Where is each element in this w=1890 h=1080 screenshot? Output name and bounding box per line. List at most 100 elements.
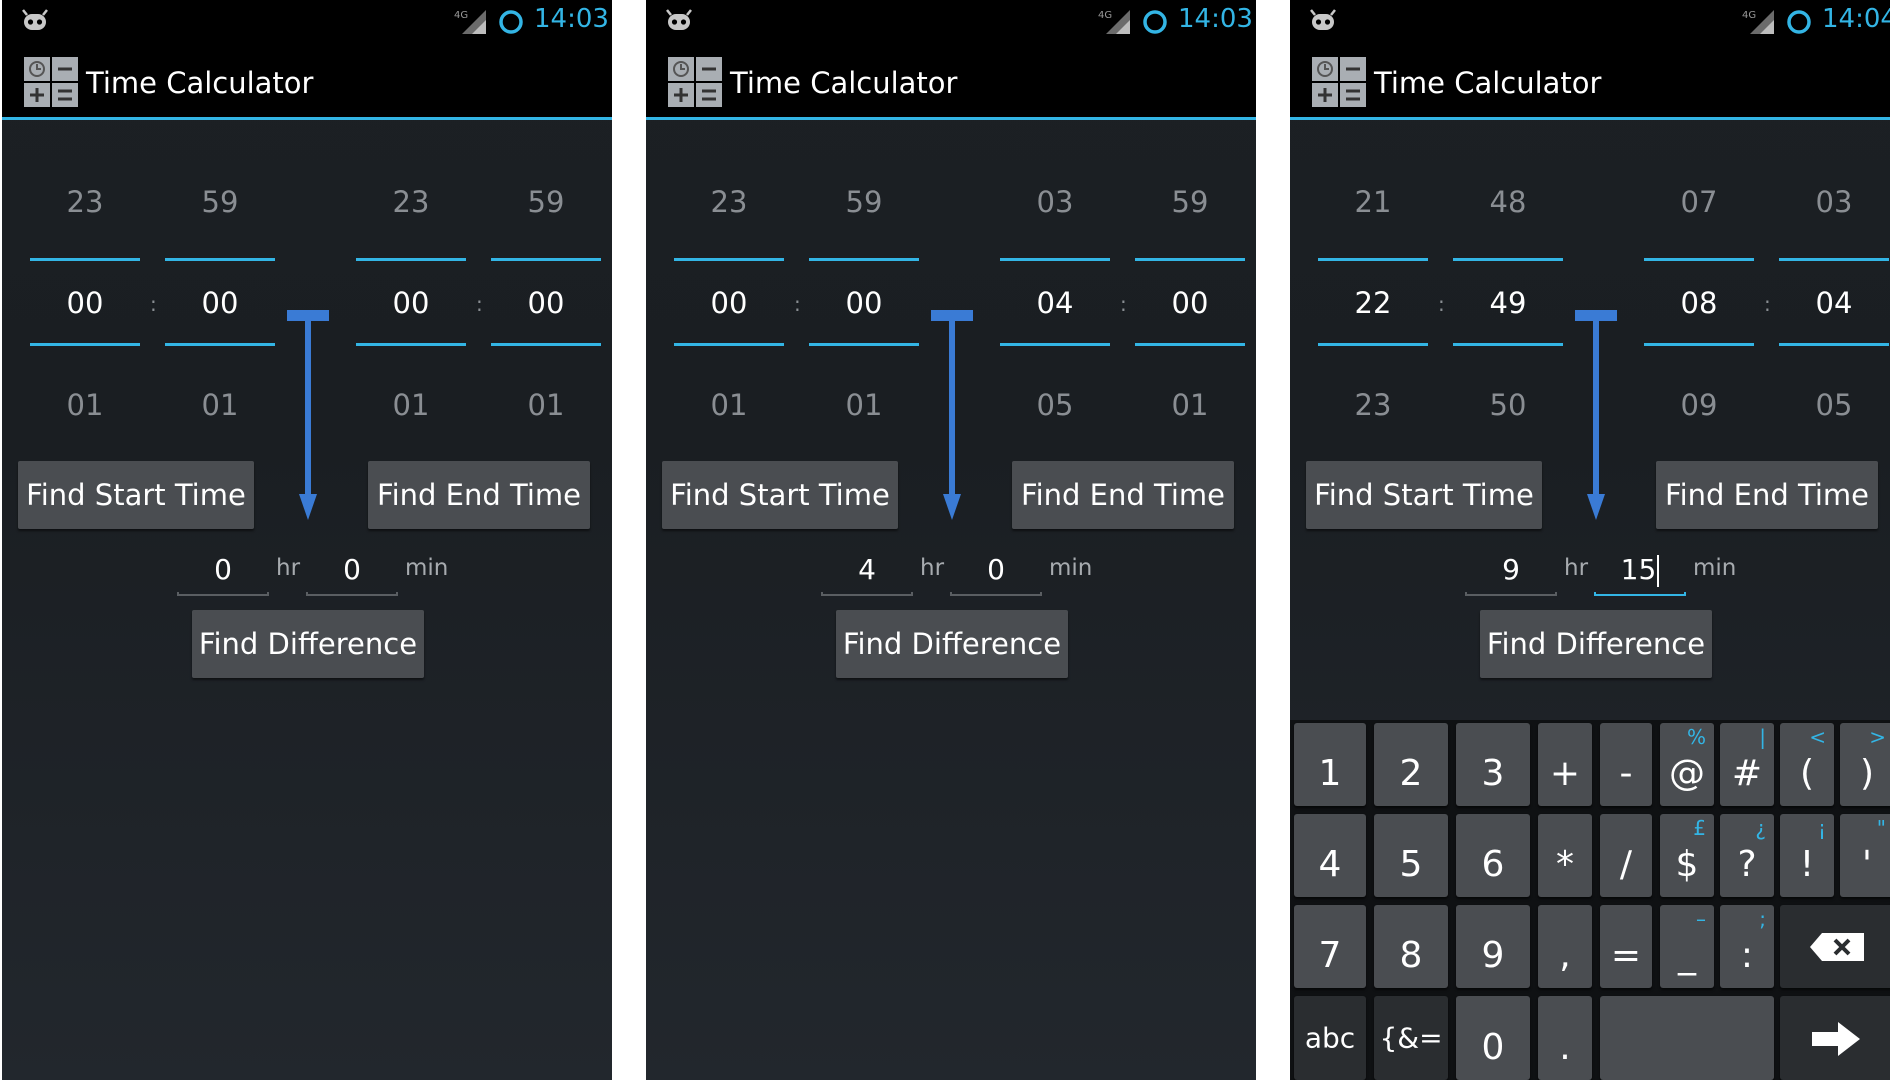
diff-hours-underline bbox=[1465, 592, 1557, 596]
end-hour-next[interactable]: 09 bbox=[1643, 388, 1755, 422]
end-minute-next[interactable]: 01 bbox=[1134, 388, 1246, 422]
diff-minutes-input[interactable]: 15 bbox=[1594, 548, 1686, 596]
text-cursor bbox=[1657, 555, 1660, 587]
end-minute-next[interactable]: 05 bbox=[1778, 388, 1890, 422]
key-slash[interactable]: / bbox=[1600, 814, 1652, 897]
key-1[interactable]: 1 bbox=[1294, 723, 1366, 806]
key-underscore[interactable]: – _ bbox=[1660, 905, 1714, 988]
start-hour-prev[interactable]: 21 bbox=[1317, 185, 1429, 219]
find-start-time-button[interactable]: Find Start Time bbox=[662, 461, 898, 529]
calculator-app-icon bbox=[24, 57, 78, 107]
key-plus[interactable]: + bbox=[1538, 723, 1592, 806]
start-minute-prev[interactable]: 59 bbox=[164, 185, 276, 219]
find-start-time-button[interactable]: Find Start Time bbox=[18, 461, 254, 529]
start-minute-value[interactable]: 49 bbox=[1452, 286, 1564, 320]
start-hour-value[interactable]: 22 bbox=[1317, 286, 1429, 320]
diff-hours-input[interactable]: 0 bbox=[177, 548, 269, 596]
end-hour-prev[interactable]: 03 bbox=[999, 185, 1111, 219]
key-exclamation[interactable]: ¡! bbox=[1780, 814, 1834, 897]
find-difference-button[interactable]: Find Difference bbox=[1480, 610, 1712, 678]
key-apostrophe[interactable]: " ' bbox=[1840, 814, 1890, 897]
key-5[interactable]: 5 bbox=[1374, 814, 1448, 897]
start-hour-value[interactable]: 00 bbox=[29, 286, 141, 320]
start-hour-next[interactable]: 01 bbox=[29, 388, 141, 422]
find-difference-button[interactable]: Find Difference bbox=[192, 610, 424, 678]
key-asterisk[interactable]: * bbox=[1538, 814, 1592, 897]
diff-hours-value: 9 bbox=[1502, 553, 1520, 586]
diff-minutes-input[interactable]: 0 bbox=[306, 548, 398, 596]
start-hour-bottom-line bbox=[1318, 343, 1428, 346]
end-minute-next[interactable]: 01 bbox=[490, 388, 602, 422]
cyanogen-android-icon bbox=[22, 9, 48, 30]
key-2[interactable]: 2 bbox=[1374, 723, 1448, 806]
diff-minutes-underline bbox=[950, 592, 1042, 596]
start-minute-top-line bbox=[1453, 258, 1563, 261]
key-equals[interactable]: = bbox=[1600, 905, 1652, 988]
key-4[interactable]: 4 bbox=[1294, 814, 1366, 897]
end-minute-prev[interactable]: 03 bbox=[1778, 185, 1890, 219]
key-backspace[interactable] bbox=[1780, 905, 1890, 988]
key-question[interactable]: ¿? bbox=[1720, 814, 1774, 897]
key-space[interactable] bbox=[1600, 996, 1774, 1080]
key-enter[interactable] bbox=[1780, 996, 1890, 1080]
arrow-right-icon bbox=[1812, 1022, 1860, 1056]
end-minute-value[interactable]: 00 bbox=[490, 286, 602, 320]
end-hour-prev[interactable]: 23 bbox=[355, 185, 467, 219]
end-minute-bottom-line bbox=[1135, 343, 1245, 346]
start-hour-prev[interactable]: 23 bbox=[673, 185, 785, 219]
key-hash[interactable]: | # bbox=[1720, 723, 1774, 806]
key-minus[interactable]: - bbox=[1600, 723, 1652, 806]
start-hour-top-line bbox=[30, 258, 140, 261]
key-comma[interactable]: , bbox=[1538, 905, 1592, 988]
diff-hours-input[interactable]: 9 bbox=[1465, 548, 1557, 596]
min-label: min bbox=[1693, 555, 1737, 581]
start-hour-next[interactable]: 01 bbox=[673, 388, 785, 422]
start-hour-value[interactable]: 00 bbox=[673, 286, 785, 320]
end-minute-prev[interactable]: 59 bbox=[1134, 185, 1246, 219]
status-bar: 4G 14:03 bbox=[646, 0, 1256, 42]
find-end-time-button[interactable]: Find End Time bbox=[1656, 461, 1878, 529]
key-9[interactable]: 9 bbox=[1456, 905, 1530, 988]
start-minute-prev[interactable]: 48 bbox=[1452, 185, 1564, 219]
key-symbols[interactable]: {&= bbox=[1374, 996, 1448, 1080]
key-7[interactable]: 7 bbox=[1294, 905, 1366, 988]
key-open-paren[interactable]: <( bbox=[1780, 723, 1834, 806]
find-start-time-button[interactable]: Find Start Time bbox=[1306, 461, 1542, 529]
key-period[interactable]: . bbox=[1538, 996, 1592, 1080]
end-hour-value[interactable]: 00 bbox=[355, 286, 467, 320]
key-8[interactable]: 8 bbox=[1374, 905, 1448, 988]
key-dollar[interactable]: £ $ bbox=[1660, 814, 1714, 897]
down-arrow-icon bbox=[1575, 310, 1617, 520]
end-minute-value[interactable]: 00 bbox=[1134, 286, 1246, 320]
end-hour-value[interactable]: 08 bbox=[1643, 286, 1755, 320]
start-minute-value[interactable]: 00 bbox=[164, 286, 276, 320]
4g-signal-icon: 4G bbox=[454, 10, 486, 34]
find-end-time-button[interactable]: Find End Time bbox=[368, 461, 590, 529]
start-minute-next[interactable]: 50 bbox=[1452, 388, 1564, 422]
key-colon[interactable]: ;: bbox=[1720, 905, 1774, 988]
key-close-paren[interactable]: >) bbox=[1840, 723, 1890, 806]
end-hour-next[interactable]: 01 bbox=[355, 388, 467, 422]
start-minute-next[interactable]: 01 bbox=[808, 388, 920, 422]
find-difference-button[interactable]: Find Difference bbox=[836, 610, 1068, 678]
4g-signal-icon: 4G bbox=[1742, 10, 1774, 34]
end-minute-value[interactable]: 04 bbox=[1778, 286, 1890, 320]
start-hour-next[interactable]: 23 bbox=[1317, 388, 1429, 422]
diff-minutes-input[interactable]: 0 bbox=[950, 548, 1042, 596]
end-hour-value[interactable]: 04 bbox=[999, 286, 1111, 320]
down-arrow-icon bbox=[931, 310, 973, 520]
key-abc[interactable]: abc bbox=[1294, 996, 1366, 1080]
start-minute-next[interactable]: 01 bbox=[164, 388, 276, 422]
end-hour-prev[interactable]: 07 bbox=[1643, 185, 1755, 219]
end-hour-next[interactable]: 05 bbox=[999, 388, 1111, 422]
start-hour-prev[interactable]: 23 bbox=[29, 185, 141, 219]
key-0[interactable]: 0 bbox=[1456, 996, 1530, 1080]
key-6[interactable]: 6 bbox=[1456, 814, 1530, 897]
start-minute-value[interactable]: 00 bbox=[808, 286, 920, 320]
diff-hours-input[interactable]: 4 bbox=[821, 548, 913, 596]
end-minute-prev[interactable]: 59 bbox=[490, 185, 602, 219]
key-at[interactable]: % @ bbox=[1660, 723, 1714, 806]
find-end-time-button[interactable]: Find End Time bbox=[1012, 461, 1234, 529]
key-3[interactable]: 3 bbox=[1456, 723, 1530, 806]
start-minute-prev[interactable]: 59 bbox=[808, 185, 920, 219]
